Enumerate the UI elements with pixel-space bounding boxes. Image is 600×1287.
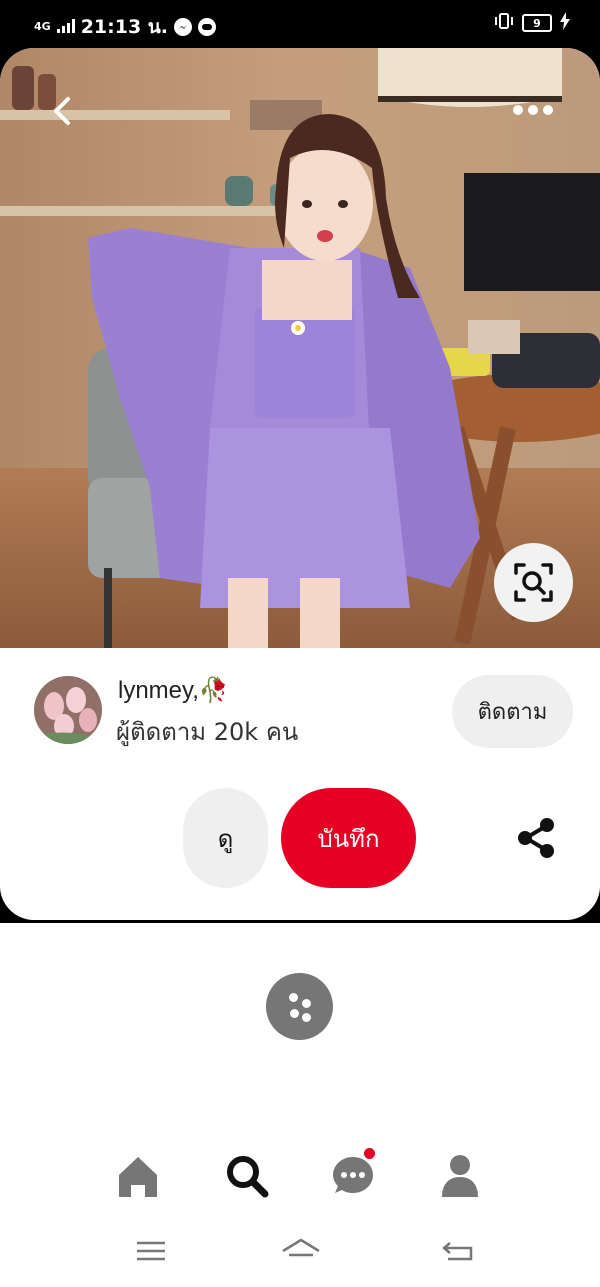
view-button[interactable]: ดู — [183, 788, 268, 888]
profile-icon — [442, 1155, 478, 1197]
line-icon — [198, 18, 216, 36]
back-arrow-icon — [442, 1242, 473, 1261]
system-home-button[interactable] — [280, 1237, 322, 1265]
vibrate-icon — [494, 12, 514, 34]
tab-profile[interactable] — [437, 1153, 483, 1199]
chat-icon — [333, 1157, 373, 1193]
loader-dot — [302, 1013, 311, 1022]
status-left: 4G 21:13 น. — [34, 12, 216, 42]
battery-indicator: 9 — [522, 14, 552, 32]
messenger-icon — [174, 18, 192, 36]
more-dots-icon — [513, 105, 553, 115]
system-back-button[interactable] — [440, 1237, 476, 1265]
avatar[interactable] — [34, 676, 102, 744]
more-options-button[interactable] — [508, 100, 558, 120]
creator-avatar-wrap[interactable] — [34, 676, 102, 744]
loading-indicator — [266, 973, 333, 1040]
loader-dot — [302, 999, 311, 1008]
visual-search-button[interactable] — [494, 543, 573, 622]
tab-home[interactable] — [115, 1153, 161, 1199]
recent-apps-button[interactable] — [133, 1237, 169, 1265]
status-right: 9 — [494, 12, 570, 34]
system-home-icon — [282, 1238, 320, 1257]
visual-search-icon — [494, 543, 573, 622]
share-icon — [518, 818, 554, 858]
back-button[interactable] — [46, 94, 80, 128]
chevron-left-icon — [54, 97, 70, 125]
notification-dot — [364, 1148, 375, 1159]
loader-dot — [289, 993, 298, 1002]
status-bar: 4G 21:13 น. 9 — [0, 0, 600, 48]
follower-count: ผู้ติดตาม 20k คน — [116, 718, 299, 746]
tab-search[interactable] — [224, 1153, 270, 1199]
share-button[interactable] — [516, 818, 556, 858]
loader-dot — [290, 1009, 299, 1018]
signal-icon — [56, 16, 75, 38]
search-icon — [227, 1156, 269, 1198]
follow-button[interactable]: ติดตาม — [452, 675, 573, 748]
charging-icon — [560, 12, 570, 34]
creator-name[interactable]: lynmey,🥀 — [118, 676, 229, 705]
network-indicator: 4G — [34, 20, 51, 33]
home-icon — [119, 1157, 157, 1197]
clock: 21:13 น. — [80, 16, 168, 38]
tab-messages[interactable] — [331, 1148, 377, 1199]
save-button[interactable]: บันทึก — [281, 788, 416, 888]
pin-card: lynmey,🥀 ผู้ติดตาม 20k คน ติดตาม ดู บันท… — [0, 48, 600, 920]
menu-icon — [137, 1241, 165, 1261]
